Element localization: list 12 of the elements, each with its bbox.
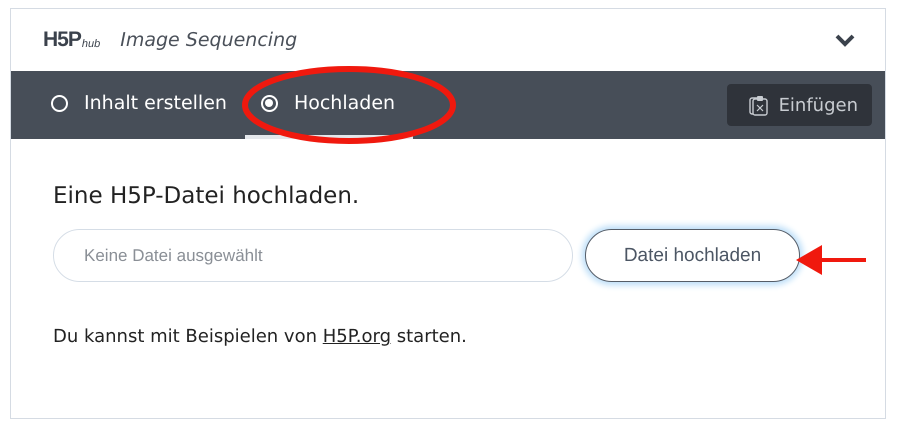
chevron-down-icon[interactable] [835, 34, 855, 46]
clipboard-icon [748, 94, 769, 116]
annotation-arrow [796, 243, 868, 277]
content-type-title: Image Sequencing [120, 29, 298, 51]
h5p-hub-logo: H5Phub [43, 28, 100, 52]
h5p-link[interactable]: H5P.org [322, 326, 392, 347]
file-field[interactable]: Keine Datei ausgewählt [53, 229, 573, 282]
upload-heading: Eine H5P-Datei hochladen. [53, 183, 360, 209]
upload-button[interactable]: Datei hochladen [585, 229, 800, 282]
examples-text: Du kannst mit Beispielen von H5P.org starten. [53, 326, 468, 347]
paste-button[interactable]: Einfügen [726, 84, 872, 126]
tab[interactable]: Inhalt erstellen [35, 71, 245, 139]
